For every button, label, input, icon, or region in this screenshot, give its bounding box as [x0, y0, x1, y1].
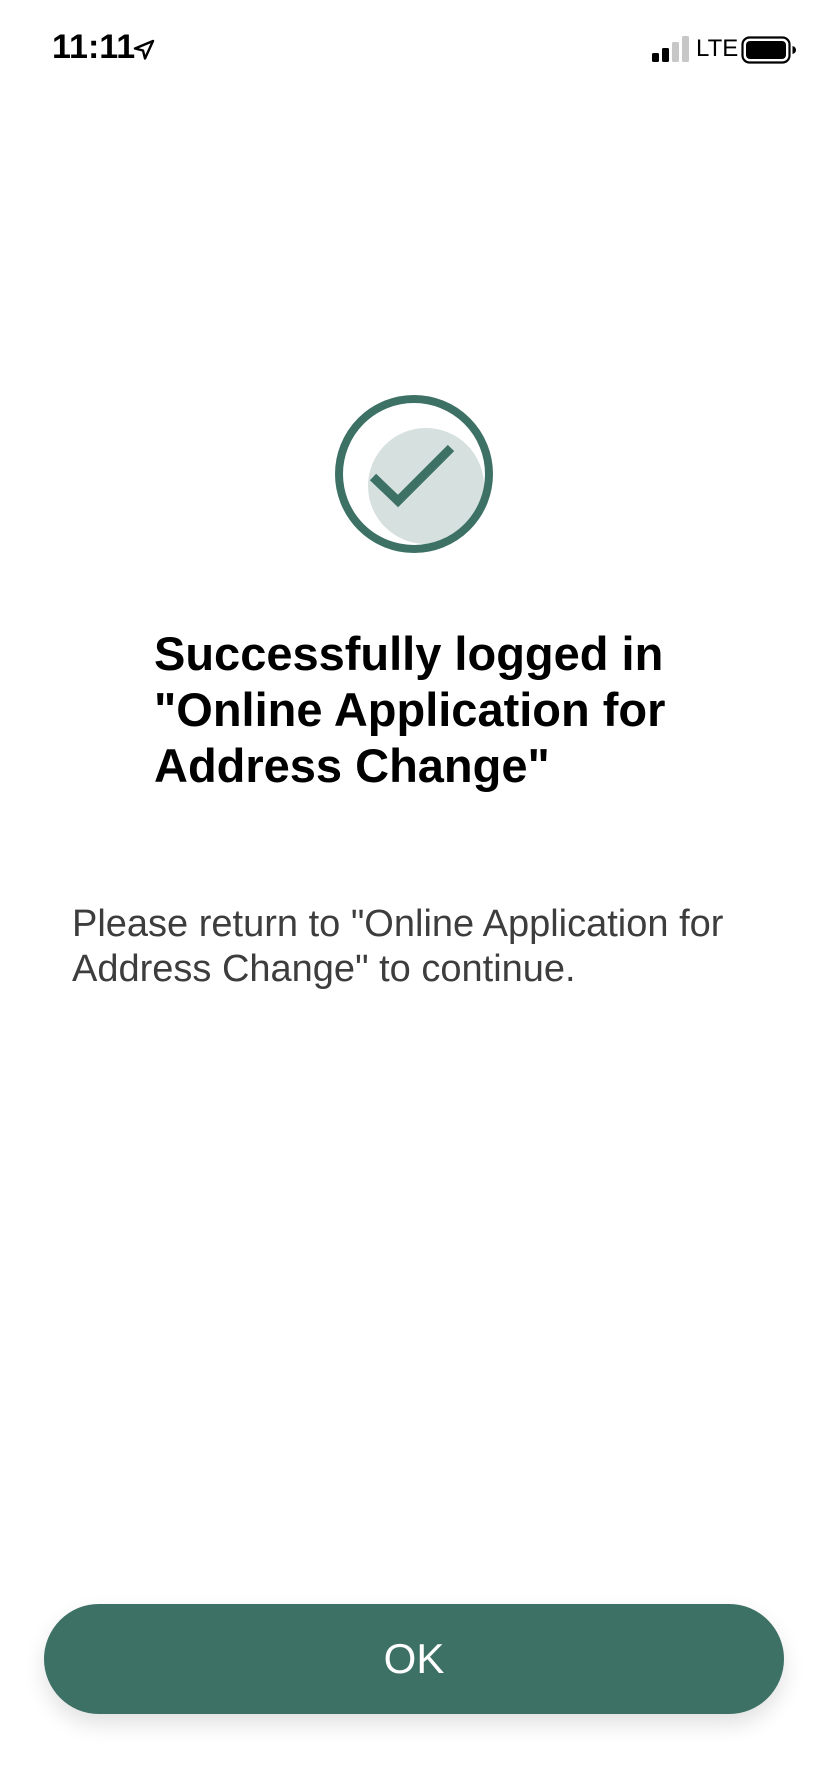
network-type-label: LTE [696, 35, 739, 62]
cellular-signal-icon [652, 36, 689, 62]
location-arrow-icon [133, 39, 155, 60]
success-message: Please return to "Online Application for… [72, 903, 724, 990]
success-title: Successfully logged in "Online Applicati… [154, 627, 666, 792]
status-time: 11:11 [52, 28, 136, 66]
status-bar: 11:11 LTE [0, 0, 828, 100]
ok-button[interactable]: OK [44, 1604, 784, 1714]
battery-icon [741, 36, 796, 64]
login-success-screen: 11:11 LTE Successfully logged in "Online… [0, 0, 828, 1792]
check-circle-icon [335, 395, 493, 553]
